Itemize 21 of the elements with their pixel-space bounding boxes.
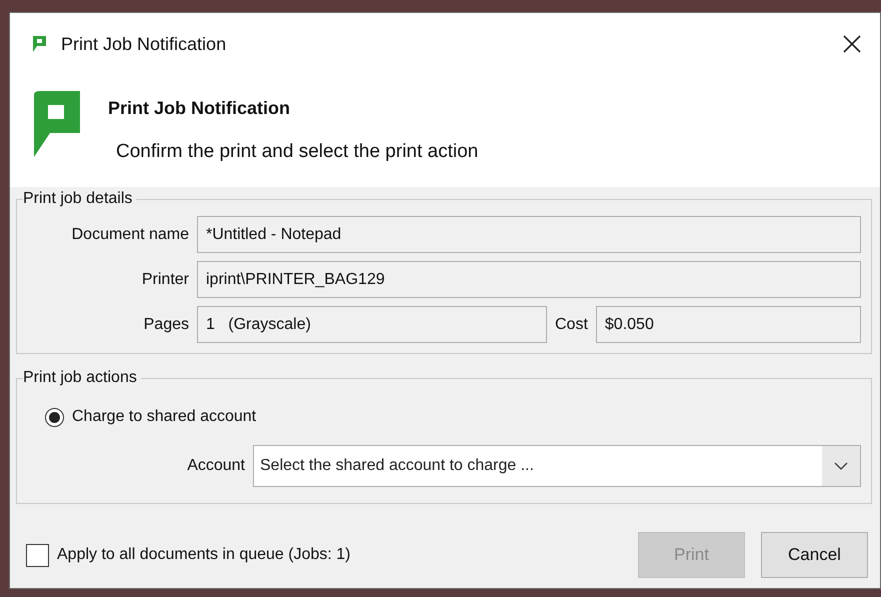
caret-icon — [834, 462, 848, 470]
readonly-field: iprint\PRINTER_BAG129 — [197, 261, 861, 298]
header-subtitle: Confirm the print and select the print action — [116, 140, 478, 164]
header-title: Print Job Notification — [108, 97, 291, 120]
readonly-field: *Untitled - Notepad — [197, 216, 861, 253]
group-legend: Print job details — [23, 189, 136, 209]
group-legend: Print job actions — [23, 368, 141, 388]
field-label: Printer — [140, 270, 189, 290]
pages-field: 1 (Grayscale) — [197, 306, 547, 343]
field-label: Account — [186, 456, 245, 476]
dialog-button[interactable]: Cancel — [761, 532, 868, 578]
cost-field: $0.050 — [596, 306, 861, 343]
checkbox-label: Apply to all documents in queue (Jobs: 1) — [57, 545, 352, 565]
window-title: Print Job Notification — [61, 32, 228, 56]
field-label: Cost — [555, 314, 588, 334]
field-label: Pages — [142, 314, 189, 334]
app-logo-icon — [32, 35, 47, 53]
field-label: Document name — [70, 224, 189, 244]
radio-label: Charge to shared account — [72, 407, 256, 427]
checkbox[interactable] — [26, 544, 49, 566]
radio-button[interactable] — [45, 408, 64, 426]
